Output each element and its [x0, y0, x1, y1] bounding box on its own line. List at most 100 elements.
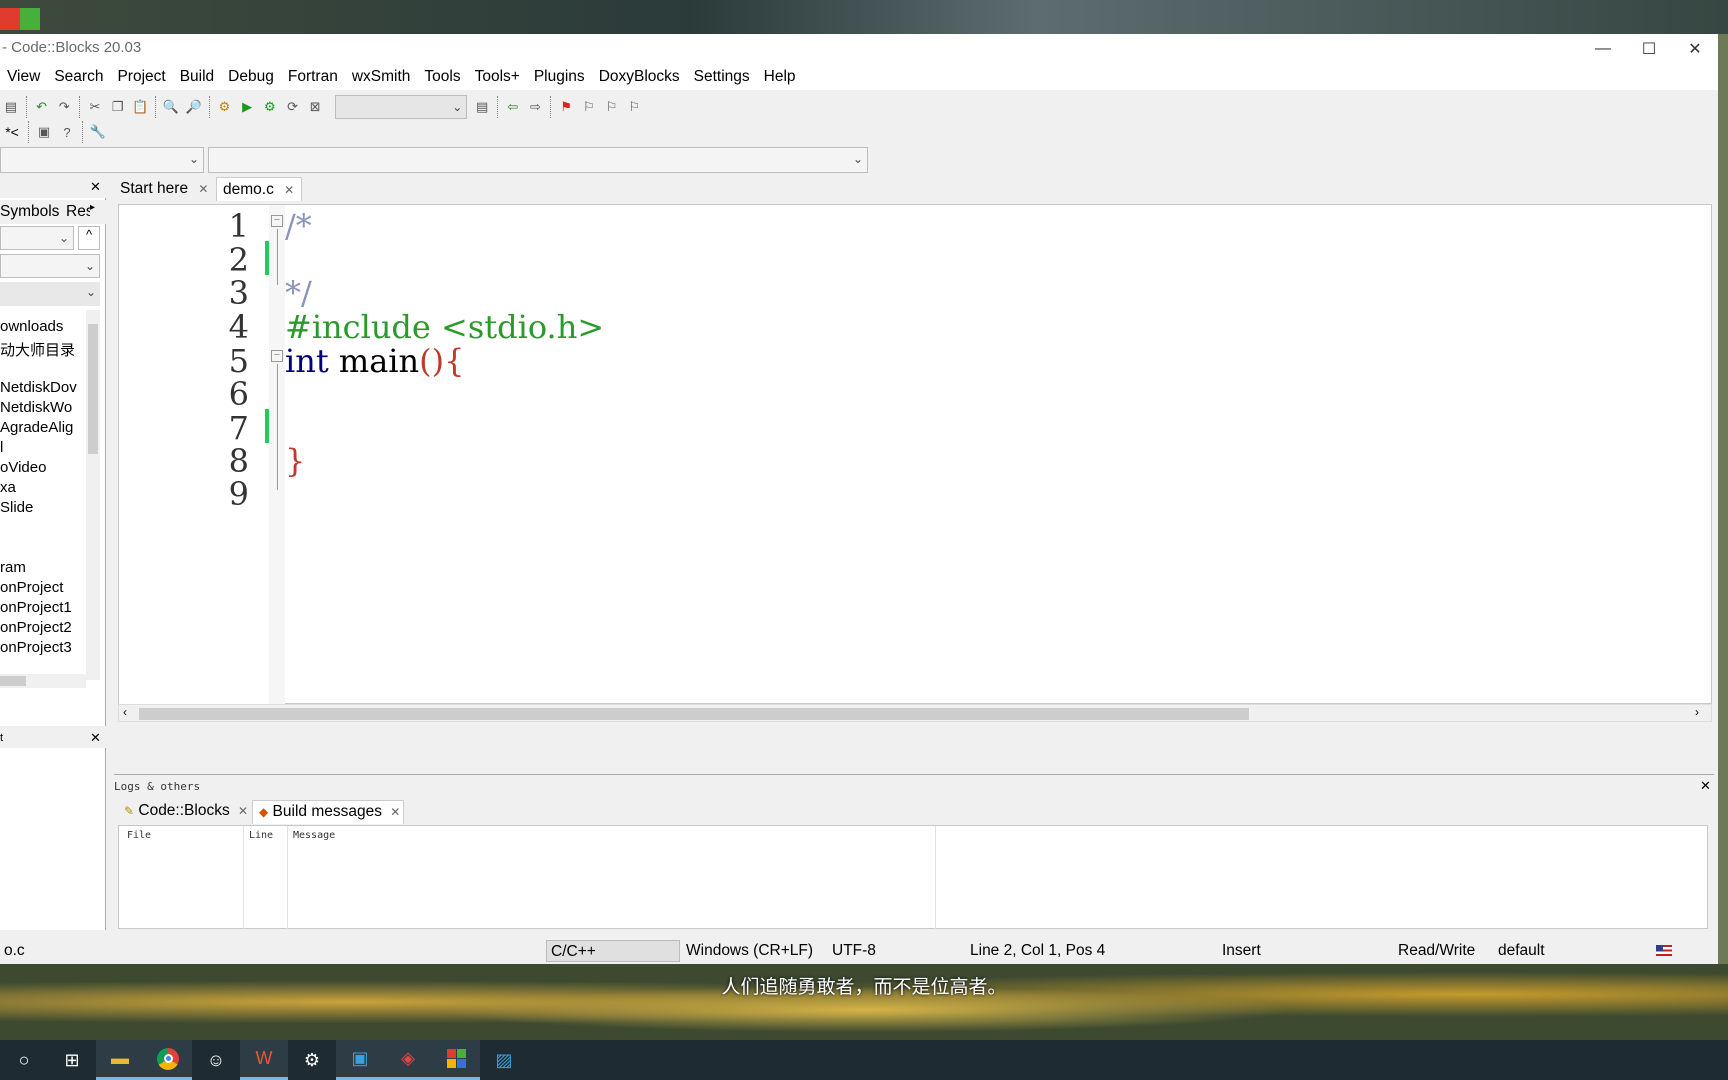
- splitter[interactable]: [114, 774, 1714, 775]
- build-target-select[interactable]: ⌄: [335, 95, 468, 119]
- wrench-icon[interactable]: 🔧: [87, 121, 109, 143]
- symbols-view-select[interactable]: ⌄: [0, 226, 74, 250]
- doxy-help-icon[interactable]: ?: [56, 121, 78, 143]
- build-gear-icon[interactable]: ⚙: [214, 96, 236, 118]
- menu-project[interactable]: Project: [110, 68, 172, 86]
- tree-item[interactable]: xa: [0, 479, 16, 496]
- close-pane-icon[interactable]: ✕: [1700, 778, 1711, 794]
- column-header-message[interactable]: Message: [293, 830, 335, 841]
- tab-demo-c[interactable]: demo.c ✕: [216, 177, 302, 201]
- cut-icon[interactable]: ✂: [84, 96, 106, 118]
- tree-horizontal-scrollbar[interactable]: [0, 674, 86, 688]
- menu-search[interactable]: Search: [47, 68, 110, 86]
- chrome-icon[interactable]: [144, 1040, 192, 1080]
- column-header-file[interactable]: File: [127, 830, 151, 841]
- tree-item[interactable]: onProject: [0, 579, 63, 596]
- task-view-icon[interactable]: ⊞: [48, 1040, 96, 1080]
- tree-item[interactable]: oVideo: [0, 459, 46, 476]
- toggle-bookmark-icon[interactable]: ⚑: [555, 96, 577, 118]
- maximize-button[interactable]: ☐: [1626, 34, 1672, 64]
- tab-resources[interactable]: Res: [66, 203, 90, 221]
- video-meeting-icon[interactable]: ▣: [336, 1040, 384, 1080]
- close-pane-icon[interactable]: ✕: [90, 179, 101, 195]
- menu-wxsmith[interactable]: wxSmith: [345, 68, 418, 86]
- redo-icon[interactable]: ↷: [53, 96, 75, 118]
- tree-item[interactable]: ownloads: [0, 318, 63, 335]
- copy-icon[interactable]: ❐: [107, 96, 129, 118]
- tree-item[interactable]: onProject1: [0, 599, 72, 616]
- code-scope-select[interactable]: ⌄: [0, 147, 204, 173]
- photos-icon[interactable]: ▨: [480, 1040, 528, 1080]
- code-editor[interactable]: 1 2 3 4 5 6 7 8 9 − − /* */ #include <st…: [118, 204, 1712, 705]
- tab-codeblocks-log[interactable]: ✎ Code::Blocks ✕: [118, 800, 250, 824]
- close-pane-icon[interactable]: ✕: [90, 730, 101, 746]
- clear-bookmarks-icon[interactable]: ⚐: [623, 96, 645, 118]
- tab-scroll-right-icon[interactable]: ▸: [90, 202, 95, 213]
- find-icon[interactable]: 🔍: [160, 96, 182, 118]
- tree-vertical-scrollbar[interactable]: [86, 310, 100, 680]
- editor-horizontal-scrollbar[interactable]: ‹ ›: [118, 704, 1712, 722]
- menu-debug[interactable]: Debug: [221, 68, 281, 86]
- tree-item[interactable]: ram: [0, 559, 26, 576]
- sort-up-button[interactable]: ^: [78, 226, 100, 250]
- codeblocks-icon[interactable]: [432, 1040, 480, 1080]
- tab-start-here[interactable]: Start here ✕: [114, 177, 214, 201]
- abort-icon[interactable]: ⊠: [304, 96, 326, 118]
- scroll-left-icon[interactable]: ‹: [123, 705, 127, 719]
- next-bookmark-icon[interactable]: ⚐: [601, 96, 623, 118]
- menu-plugins[interactable]: Plugins: [527, 68, 592, 86]
- search-circle-icon[interactable]: ○: [0, 1040, 48, 1080]
- doxywizard-icon[interactable]: ▣: [33, 121, 55, 143]
- column-header-line[interactable]: Line: [249, 830, 273, 841]
- tree-item[interactable]: onProject2: [0, 619, 72, 636]
- close-tab-icon[interactable]: ✕: [390, 805, 400, 819]
- tree-item[interactable]: NetdiskDov: [0, 379, 77, 396]
- tree-item[interactable]: AgradeAlig: [0, 419, 73, 436]
- doxyblocks-comment-button[interactable]: *<: [0, 121, 24, 143]
- app-store-icon[interactable]: ◈: [384, 1040, 432, 1080]
- tab-build-messages[interactable]: ◆ Build messages ✕: [252, 800, 404, 824]
- jump-back-icon[interactable]: ⇦: [502, 96, 524, 118]
- build-and-run-icon[interactable]: ⚙: [259, 96, 281, 118]
- menu-settings[interactable]: Settings: [687, 68, 757, 86]
- avatar-app-icon[interactable]: ☺: [192, 1040, 240, 1080]
- jump-forward-icon[interactable]: ⇨: [525, 96, 547, 118]
- file-explorer-icon[interactable]: ▬: [96, 1040, 144, 1080]
- scrollbar-thumb[interactable]: [139, 708, 1249, 720]
- tab-symbols[interactable]: Symbols: [0, 203, 59, 221]
- prev-bookmark-icon[interactable]: ⚐: [578, 96, 600, 118]
- tree-item[interactable]: 动大师目录: [0, 339, 75, 360]
- menu-view[interactable]: View: [0, 68, 47, 86]
- close-window-button[interactable]: ✕: [1672, 34, 1718, 64]
- paste-icon[interactable]: 📋: [129, 96, 151, 118]
- fold-minus-icon[interactable]: −: [271, 215, 283, 227]
- save-all-icon[interactable]: ▤: [0, 96, 22, 118]
- menu-tools-plus[interactable]: Tools+: [468, 68, 527, 86]
- close-tab-icon[interactable]: ✕: [198, 182, 208, 196]
- minimize-button[interactable]: —: [1580, 34, 1626, 64]
- scrollbar-thumb[interactable]: [0, 676, 26, 686]
- symbols-filter-select[interactable]: ⌄: [0, 254, 100, 278]
- tree-item[interactable]: Slide: [0, 499, 33, 516]
- menu-help[interactable]: Help: [757, 68, 803, 86]
- code-function-select[interactable]: ⌄: [208, 147, 868, 173]
- symbols-scope-select[interactable]: ⌄: [0, 282, 100, 306]
- tree-item[interactable]: NetdiskWo: [0, 399, 72, 416]
- scrollbar-thumb[interactable]: [88, 324, 98, 454]
- run-icon[interactable]: ▶: [236, 96, 258, 118]
- replace-icon[interactable]: 🔎: [183, 96, 205, 118]
- menu-doxyblocks[interactable]: DoxyBlocks: [592, 68, 687, 86]
- undo-icon[interactable]: ↶: [31, 96, 53, 118]
- wps-office-icon[interactable]: W: [240, 1040, 288, 1080]
- menu-tools[interactable]: Tools: [417, 68, 467, 86]
- scroll-right-icon[interactable]: ›: [1695, 705, 1699, 719]
- fold-minus-icon[interactable]: −: [271, 350, 283, 362]
- show-select-target-icon[interactable]: ▤: [471, 96, 493, 118]
- close-tab-icon[interactable]: ✕: [238, 804, 248, 818]
- close-tab-icon[interactable]: ✕: [284, 183, 294, 197]
- rebuild-icon[interactable]: ⟳: [282, 96, 304, 118]
- menu-build[interactable]: Build: [173, 68, 221, 86]
- settings-gear-icon[interactable]: ⚙: [288, 1040, 336, 1080]
- menu-fortran[interactable]: Fortran: [281, 68, 345, 86]
- tree-item[interactable]: onProject3: [0, 639, 72, 656]
